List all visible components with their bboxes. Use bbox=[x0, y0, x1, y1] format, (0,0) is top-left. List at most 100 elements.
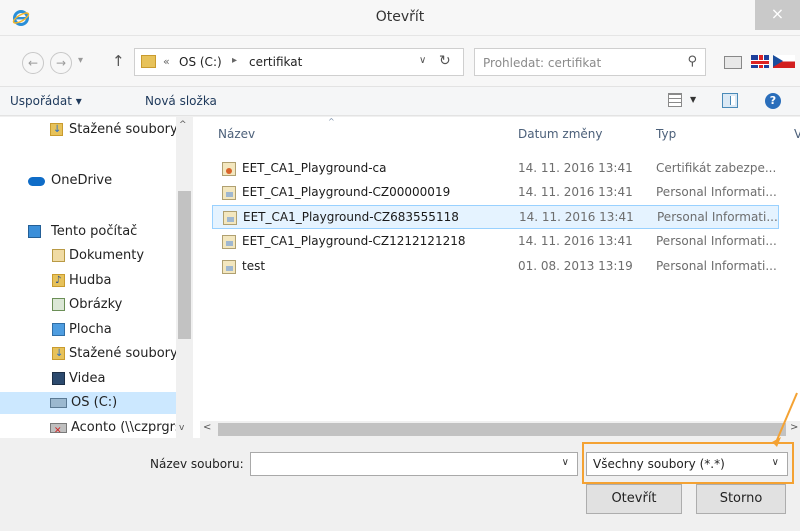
sidebar-item-downloads-2[interactable]: Stažené soubory bbox=[0, 343, 178, 365]
column-header-name[interactable]: Název bbox=[218, 127, 255, 141]
breadcrumb-os-c[interactable]: OS (C:) bbox=[179, 55, 222, 69]
preview-pane-icon[interactable] bbox=[722, 93, 738, 108]
address-row: ← → ▾ ↑ « OS (C:) ▸ certifikat ∨ ↻ Prohl… bbox=[0, 36, 800, 86]
title-bar: Otevřít × bbox=[0, 0, 800, 36]
sidebar-item-label: Dokumenty bbox=[69, 248, 145, 263]
file-type-filter-select[interactable]: Všechny soubory (*.*) ∨ bbox=[586, 452, 788, 476]
cancel-button[interactable]: Storno bbox=[696, 484, 786, 514]
address-dropdown-icon[interactable]: ∨ bbox=[419, 55, 426, 66]
horizontal-scrollbar[interactable]: < > bbox=[200, 421, 800, 438]
sidebar-item-label: Hudba bbox=[69, 273, 112, 288]
organize-button[interactable]: Uspořádat ▾ bbox=[10, 94, 82, 108]
column-header-size[interactable]: V bbox=[794, 127, 800, 141]
sidebar-item-pictures[interactable]: Obrázky bbox=[0, 294, 176, 316]
file-name: EET_CA1_Playground-CZ00000019 bbox=[242, 185, 451, 199]
desktop-icon bbox=[52, 323, 65, 336]
sidebar-item-label: OneDrive bbox=[51, 173, 113, 188]
sidebar-item-label: OS (C:) bbox=[71, 395, 118, 410]
sort-ascending-icon: ^ bbox=[328, 117, 335, 126]
refresh-icon[interactable]: ↻ bbox=[439, 53, 451, 69]
file-date: 14. 11. 2016 13:41 bbox=[519, 210, 634, 224]
scroll-right-icon[interactable]: > bbox=[790, 422, 798, 433]
personal-info-file-icon bbox=[223, 211, 237, 225]
chevron-down-icon[interactable]: ∨ bbox=[772, 457, 779, 468]
back-button[interactable]: ← bbox=[22, 52, 44, 74]
sidebar-item-this-pc[interactable]: Tento počítač bbox=[0, 221, 176, 243]
file-row[interactable]: EET_CA1_Playground-CZ1212121218 14. 11. … bbox=[212, 230, 779, 254]
sidebar-item-aconto[interactable]: Aconto (\\czprgrs bbox=[0, 417, 182, 438]
search-icon[interactable]: ⚲ bbox=[687, 54, 697, 69]
scroll-down-icon[interactable]: v bbox=[179, 423, 184, 433]
file-row[interactable]: EET_CA1_Playground-CZ00000019 14. 11. 20… bbox=[212, 181, 779, 205]
file-date: 14. 11. 2016 13:41 bbox=[518, 161, 633, 175]
sidebar-item-label: Stažené soubory bbox=[69, 346, 178, 361]
address-bar[interactable]: « OS (C:) ▸ certifikat ∨ ↻ bbox=[134, 48, 464, 76]
breadcrumb-separator-icon[interactable]: ▸ bbox=[232, 55, 237, 66]
sidebar-item-os-c[interactable]: OS (C:) bbox=[0, 392, 176, 414]
pictures-icon bbox=[52, 298, 65, 311]
open-button[interactable]: Otevřít bbox=[586, 484, 682, 514]
open-file-dialog: Otevřít × ← → ▾ ↑ « OS (C:) ▸ certifikat… bbox=[0, 0, 800, 531]
sidebar-item-desktop[interactable]: Plocha bbox=[0, 319, 176, 341]
downloads-icon bbox=[50, 119, 63, 141]
horizontal-scroll-thumb[interactable] bbox=[218, 423, 786, 436]
personal-info-file-icon bbox=[222, 186, 236, 200]
breadcrumb-overflow-chevron[interactable]: « bbox=[163, 55, 170, 68]
dialog-footer: Název souboru: ∨ Všechny soubory (*.*) ∨… bbox=[0, 438, 800, 531]
file-type: Personal Informati... bbox=[656, 259, 777, 273]
file-type-filter-value: Všechny soubory (*.*) bbox=[593, 457, 725, 471]
file-date: 01. 08. 2013 13:19 bbox=[518, 259, 633, 273]
sidebar-item-videos[interactable]: Videa bbox=[0, 368, 176, 390]
sidebar-item-downloads[interactable]: Stažené soubory bbox=[0, 119, 178, 141]
navigation-pane: Stažené soubory OneDrive Tento počítač D… bbox=[0, 117, 200, 438]
sidebar-item-label: Tento počítač bbox=[51, 224, 138, 239]
personal-info-file-icon bbox=[222, 235, 236, 249]
chevron-down-icon[interactable]: ∨ bbox=[562, 457, 569, 468]
sidebar-item-label: Plocha bbox=[69, 322, 112, 337]
network-drive-icon bbox=[50, 420, 67, 438]
search-box[interactable]: Prohledat: certifikat ⚲ bbox=[474, 48, 706, 76]
forward-button[interactable]: → bbox=[50, 52, 72, 74]
file-type: Personal Informati... bbox=[656, 234, 777, 248]
breadcrumb-certifikat[interactable]: certifikat bbox=[249, 55, 302, 69]
sidebar-scrollbar[interactable]: ^ v bbox=[176, 117, 193, 438]
sidebar-item-label: Videa bbox=[69, 371, 106, 386]
file-type: Certifikát zabezpe... bbox=[656, 161, 777, 175]
drive-icon bbox=[50, 398, 67, 408]
uk-flag-icon[interactable] bbox=[751, 55, 769, 68]
file-row[interactable]: test 01. 08. 2013 13:19 Personal Informa… bbox=[212, 255, 779, 279]
column-header-type[interactable]: Typ bbox=[656, 127, 676, 141]
sidebar-item-music[interactable]: Hudba bbox=[0, 270, 176, 292]
certificate-icon[interactable] bbox=[724, 56, 742, 69]
music-icon bbox=[52, 270, 65, 292]
new-folder-button[interactable]: Nová složka bbox=[145, 94, 217, 108]
sidebar-scroll-thumb[interactable] bbox=[178, 191, 191, 339]
scroll-up-icon[interactable]: ^ bbox=[179, 120, 187, 130]
computer-icon bbox=[28, 225, 41, 238]
close-button[interactable]: × bbox=[755, 0, 800, 30]
file-type: Personal Informati... bbox=[656, 185, 777, 199]
sidebar-item-label: Obrázky bbox=[69, 297, 123, 312]
recent-locations-dropdown[interactable]: ▾ bbox=[78, 55, 83, 66]
scroll-left-icon[interactable]: < bbox=[203, 422, 211, 433]
view-options-icon[interactable] bbox=[668, 93, 682, 107]
sidebar-item-onedrive[interactable]: OneDrive bbox=[0, 170, 176, 192]
sidebar-item-documents[interactable]: Dokumenty bbox=[0, 245, 176, 267]
column-header-date[interactable]: Datum změny bbox=[518, 127, 603, 141]
filename-field[interactable]: ∨ bbox=[250, 452, 578, 476]
file-type: Personal Informati... bbox=[657, 210, 778, 224]
file-row-selected[interactable]: EET_CA1_Playground-CZ683555118 14. 11. 2… bbox=[212, 205, 779, 229]
czech-flag-icon[interactable] bbox=[773, 55, 795, 68]
up-folder-button[interactable]: ↑ bbox=[112, 52, 125, 70]
file-list: Název ^ Datum změny Typ V EET_CA1_Playgr… bbox=[200, 117, 800, 421]
cloud-icon bbox=[28, 177, 45, 186]
view-dropdown-icon[interactable]: ▼ bbox=[690, 95, 696, 104]
help-icon[interactable]: ? bbox=[765, 93, 781, 109]
sidebar-item-label: Stažené soubory bbox=[69, 122, 178, 137]
file-row[interactable]: EET_CA1_Playground-ca 14. 11. 2016 13:41… bbox=[212, 157, 779, 181]
window-title: Otevřít bbox=[375, 9, 425, 25]
file-name: EET_CA1_Playground-CZ683555118 bbox=[243, 210, 459, 224]
filename-label: Název souboru: bbox=[150, 457, 244, 471]
personal-info-file-icon bbox=[222, 260, 236, 274]
folder-icon bbox=[141, 55, 156, 68]
